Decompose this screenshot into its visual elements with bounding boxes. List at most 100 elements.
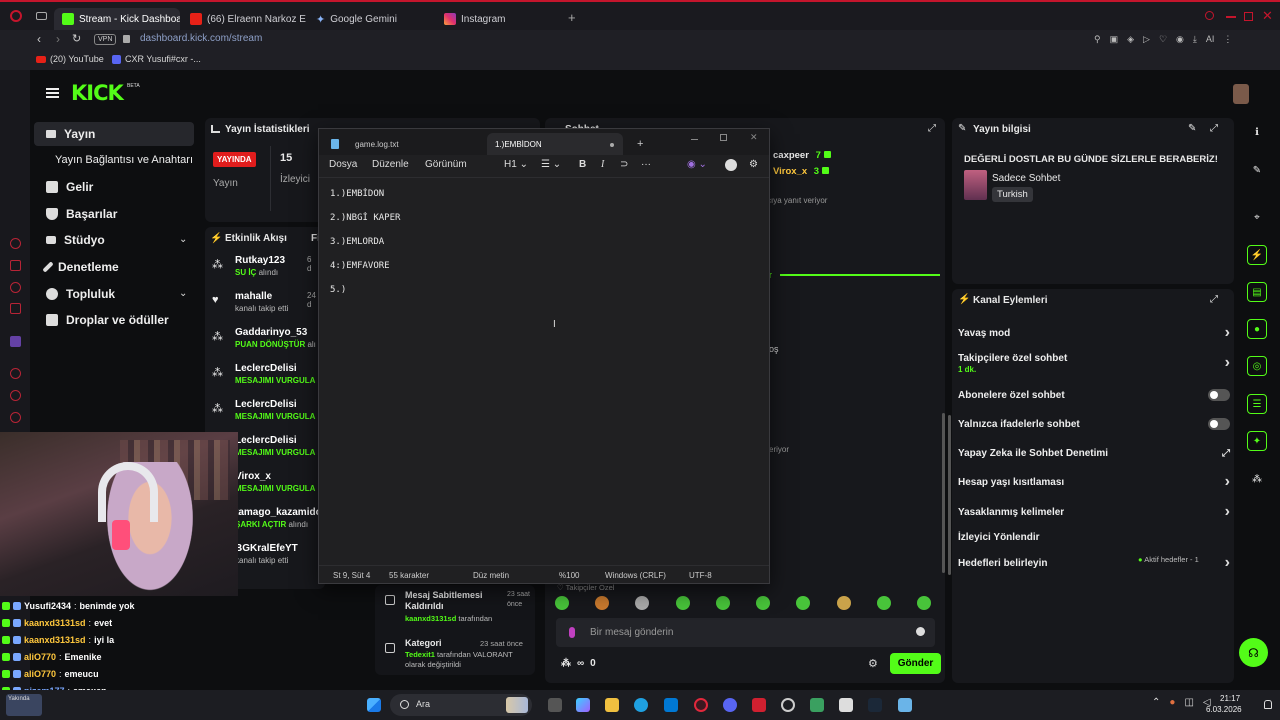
chat-icon[interactable]: ● bbox=[1247, 319, 1267, 339]
search-tabs-icon[interactable] bbox=[1205, 11, 1214, 20]
chevron-right-icon[interactable]: › bbox=[1225, 554, 1230, 572]
italic-icon[interactable]: I bbox=[601, 159, 604, 170]
activity-user[interactable]: BGKralEfeYT bbox=[235, 543, 317, 554]
activity-user[interactable]: Gaddarinyo_53 bbox=[235, 327, 317, 338]
external-link-icon[interactable]: ⤢ bbox=[1222, 448, 1230, 459]
back-icon[interactable]: ‹ bbox=[37, 32, 41, 46]
ai-button[interactable]: AI bbox=[1206, 34, 1215, 45]
minimize-button[interactable] bbox=[1226, 16, 1236, 18]
chevron-down-icon[interactable]: ⌄ bbox=[179, 288, 187, 299]
tab-gemini[interactable]: ✦ Google Gemini bbox=[308, 8, 432, 30]
event-user[interactable]: Tedexit1 bbox=[405, 650, 435, 659]
emote-icon[interactable] bbox=[555, 596, 569, 610]
channel-action-item[interactable]: Yavaş mod › bbox=[958, 323, 1230, 343]
sidebar-app-icon[interactable] bbox=[10, 238, 21, 249]
support-button[interactable]: ☊ bbox=[1239, 638, 1268, 667]
top-chatter[interactable]: caxpeer 7 bbox=[773, 150, 831, 161]
points-display[interactable]: ⁂ ∞ 0 bbox=[561, 658, 596, 669]
status-zoom[interactable]: %100 bbox=[559, 571, 579, 580]
chevron-right-icon[interactable]: › bbox=[1225, 473, 1230, 491]
lightning-icon[interactable]: ⚡ bbox=[1247, 245, 1267, 265]
menu-dosya[interactable]: Dosya bbox=[329, 159, 357, 170]
emote-icon[interactable] bbox=[877, 596, 891, 610]
nav-item-stream-key[interactable]: Yayın Bağlantısı ve Anahtarı bbox=[34, 148, 193, 172]
tab-kick-dashboard[interactable]: Stream - Kick Dashboard bbox=[54, 8, 180, 30]
app-taskbar-icon[interactable] bbox=[810, 698, 824, 712]
start-button[interactable] bbox=[367, 698, 381, 712]
panel-scrollbar[interactable] bbox=[948, 415, 951, 575]
send-button[interactable]: Gönder bbox=[890, 653, 941, 674]
nav-item-basarilar[interactable]: Başarılar bbox=[34, 202, 117, 226]
sidebar-app-icon[interactable] bbox=[10, 412, 21, 423]
chat-input[interactable]: Bir mesaj gönderin bbox=[556, 618, 935, 647]
heart-icon[interactable]: ♡ bbox=[1159, 34, 1167, 45]
status-line-ending[interactable]: Windows (CRLF) bbox=[605, 571, 666, 580]
more-icon[interactable]: ··· bbox=[641, 159, 651, 170]
app-taskbar-icon[interactable] bbox=[839, 698, 853, 712]
clock-time[interactable]: 21:17 bbox=[1220, 694, 1240, 703]
download-icon[interactable]: ⤓ bbox=[1193, 34, 1197, 45]
account-icon[interactable] bbox=[725, 159, 737, 171]
menu-gorunum[interactable]: Görünüm bbox=[425, 159, 467, 170]
activity-user[interactable]: LeclercDelisi bbox=[235, 399, 317, 410]
pin-icon[interactable]: ⚲ bbox=[1094, 34, 1101, 45]
shield-icon[interactable]: ◈ bbox=[1127, 34, 1134, 45]
nav-item-topluluk[interactable]: Topluluk bbox=[34, 282, 194, 306]
new-tab-button[interactable]: + bbox=[637, 138, 643, 150]
opera-taskbar-icon[interactable] bbox=[694, 698, 708, 712]
unsaved-dot-icon[interactable] bbox=[610, 143, 614, 147]
document-icon[interactable]: ▤ bbox=[1247, 282, 1267, 302]
event-user[interactable]: kaanxd3131sd bbox=[405, 614, 456, 623]
discord-taskbar-icon[interactable] bbox=[723, 698, 737, 712]
notepad-taskbar-icon[interactable] bbox=[898, 698, 912, 712]
play-icon[interactable]: ▷ bbox=[1143, 34, 1150, 45]
mic-icon[interactable]: ● bbox=[1169, 697, 1175, 708]
channel-action-item[interactable]: Takipçilere özel sohbet 1 dk. › bbox=[958, 353, 1230, 374]
edit-icon[interactable]: ✎ bbox=[1247, 160, 1267, 180]
wrench-icon[interactable]: ✦ bbox=[1247, 431, 1267, 451]
settings-icon[interactable]: ⚙ bbox=[749, 159, 758, 170]
weather-widget[interactable]: Yakında bbox=[6, 694, 42, 716]
kick-logo[interactable]: KICK bbox=[71, 81, 124, 105]
status-encoding[interactable]: UTF-8 bbox=[689, 571, 712, 580]
minimize-button[interactable] bbox=[691, 139, 698, 140]
target-icon[interactable]: ⌖ bbox=[1247, 207, 1267, 227]
link-icon[interactable]: ⊃ bbox=[620, 159, 628, 170]
popout-icon[interactable]: ⤢ bbox=[1210, 123, 1218, 134]
workspace-icon[interactable] bbox=[36, 12, 47, 20]
task-view-icon[interactable] bbox=[548, 698, 562, 712]
nav-item-denetleme[interactable]: Denetleme bbox=[34, 255, 119, 279]
emote-icon[interactable] bbox=[676, 596, 690, 610]
chevron-right-icon[interactable]: › bbox=[1225, 354, 1230, 372]
activity-item[interactable]: ♥ 24 d mahalle kanalı takip etti bbox=[207, 291, 317, 313]
layout-icon[interactable]: ☰ bbox=[1247, 394, 1267, 414]
obs-taskbar-icon[interactable] bbox=[781, 698, 795, 712]
copilot-icon[interactable]: ◉ ⌄ bbox=[687, 159, 707, 170]
chat-settings-icon[interactable]: ⚙ bbox=[868, 657, 878, 670]
nav-item-gelir[interactable]: Gelir bbox=[34, 175, 93, 199]
edge-icon[interactable] bbox=[634, 698, 648, 712]
channel-action-item[interactable]: Yapay Zeka ile Sohbet Denetimi ⤢ bbox=[958, 443, 1230, 463]
explorer-icon[interactable] bbox=[605, 698, 619, 712]
nav-item-droplar[interactable]: Droplar ve ödüller bbox=[34, 308, 169, 332]
chevron-right-icon[interactable]: › bbox=[1225, 503, 1230, 521]
channel-action-item[interactable]: İzleyici Yönlendir bbox=[958, 527, 1230, 547]
toggle-switch[interactable] bbox=[1208, 389, 1230, 401]
vpn-badge[interactable]: VPN bbox=[94, 34, 117, 45]
emote-icon[interactable] bbox=[756, 596, 770, 610]
app-taskbar-icon[interactable] bbox=[752, 698, 766, 712]
network-icon[interactable]: ◫ bbox=[1184, 697, 1193, 708]
close-button[interactable]: ✕ bbox=[750, 132, 758, 143]
steam-taskbar-icon[interactable] bbox=[868, 698, 882, 712]
chevron-down-icon[interactable]: ⌄ bbox=[179, 234, 187, 245]
emoji-icon[interactable] bbox=[916, 627, 925, 636]
notification-icon[interactable] bbox=[1264, 700, 1272, 709]
maximize-button[interactable] bbox=[1244, 12, 1253, 21]
activity-user[interactable]: Rutkay123 bbox=[235, 255, 317, 266]
menu-duzenle[interactable]: Düzenle bbox=[372, 159, 409, 170]
activity-item[interactable]: ⁂ LeclercDelisi MESAJIMI VURGULA bbox=[207, 363, 317, 385]
nav-item-yayin[interactable]: Yayın bbox=[34, 122, 194, 146]
heading-select[interactable]: H1 ⌄ bbox=[504, 159, 528, 170]
profile-icon[interactable]: ◉ bbox=[1176, 34, 1184, 45]
mic-icon[interactable] bbox=[569, 627, 575, 638]
